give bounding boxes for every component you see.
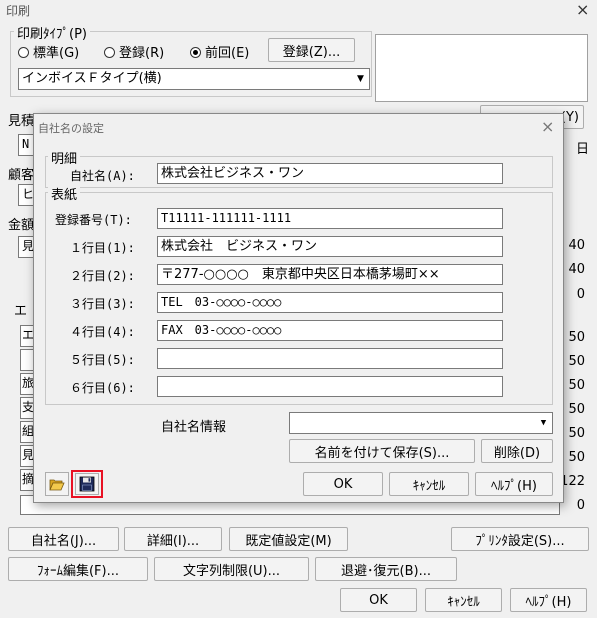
template-select[interactable]: インボイスＦタイプ(横) ▼ — [18, 68, 370, 90]
day-label: 日 — [576, 142, 590, 157]
save-icon-button[interactable] — [75, 473, 99, 495]
save-as-button[interactable]: 名前を付けて保存(S)... — [289, 439, 475, 463]
line6-input[interactable] — [157, 376, 503, 397]
default-settings-button[interactable]: 既定値設定(M) — [229, 527, 348, 551]
chevron-down-icon[interactable]: ▼ — [353, 70, 368, 88]
line2-label: ２行目(2): — [70, 269, 135, 283]
window-close-button[interactable]: × — [576, 0, 589, 19]
line1-label: １行目(1): — [70, 241, 135, 255]
radio-standard[interactable]: 標準(G) — [18, 42, 79, 61]
dialog-close-button[interactable]: × — [541, 117, 554, 136]
amount-label: 金額 — [8, 218, 35, 233]
radio-register[interactable]: 登録(R) — [104, 42, 164, 61]
line4-input[interactable]: FAX 03-○○○○-○○○○ — [157, 320, 503, 341]
chevron-down-icon[interactable]: ▼ — [536, 414, 551, 432]
company-info-select[interactable]: ▼ — [289, 412, 553, 434]
dialog-help-button[interactable]: ﾍﾙﾌﾟ(H) — [475, 472, 553, 496]
line2-input[interactable]: 〒277-○○○○ 東京都中央区日本橋茅場町×× — [157, 264, 503, 285]
dialog-cancel-button[interactable]: ｷｬﾝｾﾙ — [389, 472, 469, 496]
radio-register-circle[interactable] — [104, 47, 115, 58]
open-folder-button[interactable] — [45, 472, 69, 496]
form-edit-button[interactable]: ﾌｫｰﾑ編集(F)... — [8, 557, 148, 581]
line5-input[interactable] — [157, 348, 503, 369]
window-title: 印刷 — [6, 4, 31, 18]
radio-previous-circle[interactable] — [190, 47, 201, 58]
detail-legend: 明細 — [48, 148, 81, 167]
radio-standard-circle[interactable] — [18, 47, 29, 58]
company-info-label: 自社名情報 — [161, 420, 227, 435]
company-name-button[interactable]: 自社名(J)... — [8, 527, 119, 551]
radio-previous[interactable]: 前回(E) — [190, 42, 249, 61]
line1-input[interactable]: 株式会社 ビジネス・ワン — [157, 236, 503, 257]
dialog-title: 自社名の設定 — [38, 122, 104, 135]
company-name-label: 自社名(A): — [70, 169, 135, 183]
registration-number-label: 登録番号(T): — [55, 213, 132, 227]
cover-legend: 表紙 — [48, 184, 81, 203]
dialog-ok-button[interactable]: OK — [303, 472, 383, 496]
ok-button[interactable]: OK — [340, 588, 417, 612]
line3-label: ３行目(3): — [70, 297, 135, 311]
preview-box — [375, 34, 588, 102]
cancel-button[interactable]: ｷｬﾝｾﾙ — [425, 588, 502, 612]
string-limit-button[interactable]: 文字列制限(U)... — [154, 557, 309, 581]
detail-button[interactable]: 詳細(I)... — [124, 527, 222, 551]
delete-button[interactable]: 削除(D) — [481, 439, 553, 463]
customer-label: 顧客 — [8, 168, 35, 183]
folder-open-icon — [49, 479, 65, 491]
estimate-label: 見積 — [8, 114, 35, 129]
register-button[interactable]: 登録(Z)... — [268, 38, 355, 62]
backup-restore-button[interactable]: 退避･復元(B)... — [315, 557, 457, 581]
radio-register-label: 登録(R) — [119, 46, 165, 61]
printer-settings-button[interactable]: ﾌﾟﾘﾝﾀ設定(S)... — [451, 527, 589, 551]
print-type-legend: 印刷ﾀｲﾌﾟ(P) — [14, 23, 90, 42]
group-e-legend: エ — [14, 304, 28, 319]
company-settings-dialog: 自社名の設定 × 明細 自社名(A): 株式会社ビジネス・ワン 表紙 登録番号(… — [33, 113, 564, 503]
floppy-disk-icon — [79, 476, 95, 492]
template-select-value: インボイスＦタイプ(横) — [22, 71, 162, 86]
line5-label: ５行目(5): — [70, 353, 135, 367]
line3-input[interactable]: TEL 03-○○○○-○○○○ — [157, 292, 503, 313]
line6-label: ６行目(6): — [70, 381, 135, 395]
company-name-input[interactable]: 株式会社ビジネス・ワン — [157, 163, 503, 184]
registration-number-input[interactable]: T11111-111111-1111 — [157, 208, 503, 229]
radio-previous-label: 前回(E) — [205, 46, 250, 61]
help-button[interactable]: ﾍﾙﾌﾟ(H) — [510, 588, 587, 612]
line4-label: ４行目(4): — [70, 325, 135, 339]
background-field-n-value: N — [22, 137, 30, 151]
radio-standard-label: 標準(G) — [33, 46, 80, 61]
